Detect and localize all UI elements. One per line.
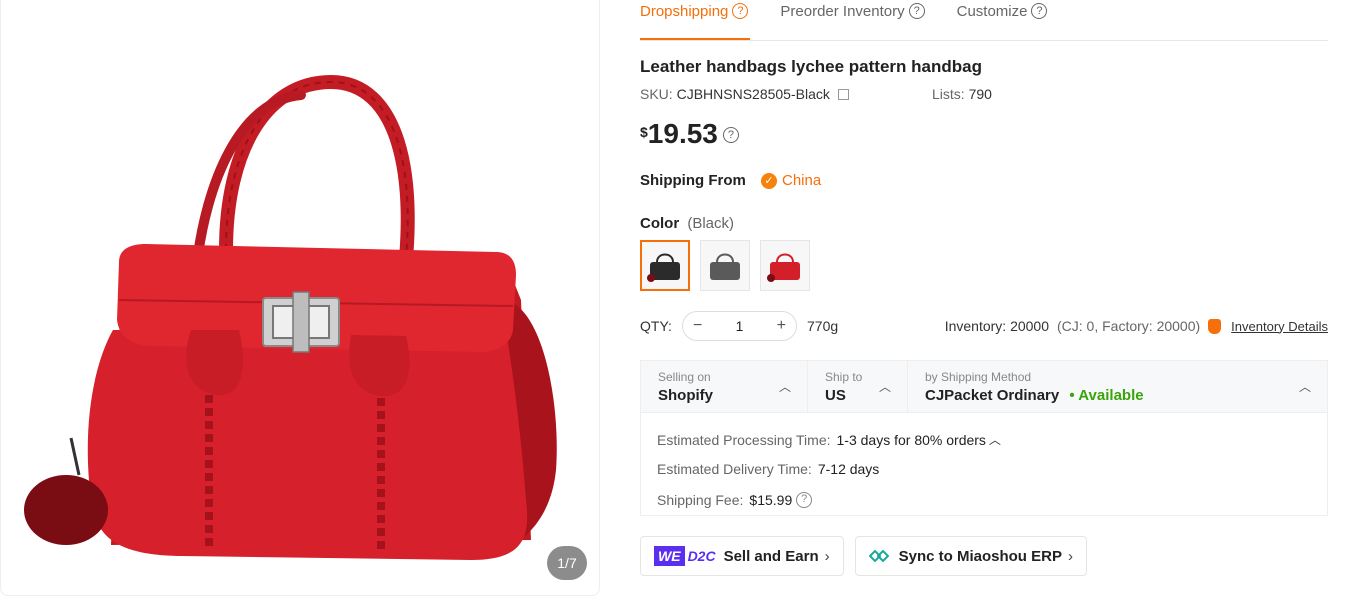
inventory-shield-icon [1208, 318, 1222, 334]
chevron-up-icon[interactable]: ︿ [989, 431, 1001, 448]
lists-info: Lists: 790 [932, 86, 992, 102]
increment-button[interactable]: + [777, 317, 786, 335]
processing-time-label: Estimated Processing Time: [657, 431, 831, 448]
tab-customize[interactable]: Customize ? [957, 0, 1048, 22]
decrement-button[interactable]: − [693, 317, 702, 335]
sku-row: SKU: CJBHNSNS28505-Black Lists: 790 [640, 86, 1040, 102]
purchase-tabs: Dropshipping ? Preorder Inventory ? Cust… [640, 0, 1328, 41]
color-selected: (Black) [687, 215, 735, 232]
tab-dropshipping-label: Dropshipping [640, 2, 729, 20]
help-icon[interactable]: ? [796, 491, 813, 508]
quantity-row: QTY: − 1 + 770g Inventory: 20000 (CJ: 0,… [640, 311, 1328, 341]
sell-and-earn-label: Sell and Earn [723, 547, 819, 565]
quantity-input[interactable]: 1 [736, 318, 744, 334]
tab-preorder-inventory-label: Preorder Inventory [780, 2, 905, 20]
quantity-stepper: − 1 + [682, 311, 797, 341]
product-gallery: 1/7 [0, 0, 600, 596]
help-icon[interactable]: ? [908, 3, 925, 19]
product-info-panel: Dropshipping ? Preorder Inventory ? Cust… [640, 0, 1328, 576]
shipping-fee-row: Shipping Fee: $15.99 ? [657, 485, 1327, 514]
tab-preorder-inventory[interactable]: Preorder Inventory ? [780, 0, 925, 22]
product-title: Leather handbags lychee pattern handbag [640, 57, 982, 76]
shipping-method-row: CJPacket Ordinary • Available [925, 387, 1327, 404]
sync-to-miaoshou-button[interactable]: Sync to Miaoshou ERP › [854, 536, 1087, 576]
price: $ 19.53 ? [640, 118, 739, 150]
color-swatch-black[interactable] [640, 240, 690, 291]
lists-value: 790 [968, 86, 992, 102]
inventory-breakdown: (CJ: 0, Factory: 20000) [1057, 318, 1201, 334]
shipping-from-country[interactable]: China [782, 172, 821, 189]
tab-dropshipping[interactable]: Dropshipping ? [640, 0, 749, 22]
chevron-up-icon: ︿ [878, 380, 891, 394]
lists-label: Lists: [932, 86, 965, 102]
shipping-method-value: CJPacket Ordinary [925, 387, 1060, 404]
selling-on-select[interactable]: Selling on Shopify ︿ [641, 361, 808, 412]
ship-to-label: Ship to [825, 370, 863, 384]
qty-label: QTY: [640, 318, 672, 334]
swatch-gray-image [710, 253, 740, 280]
product-image[interactable] [1, 0, 600, 596]
sku-label: SKU: [640, 86, 673, 102]
shipping-from-label: Shipping From [640, 172, 746, 189]
weight-value: 770g [807, 318, 839, 334]
shipping-method-select[interactable]: by Shipping Method CJPacket Ordinary • A… [908, 361, 1327, 412]
help-icon[interactable]: ? [732, 3, 749, 19]
color-swatch-gray[interactable] [700, 240, 750, 291]
help-icon[interactable]: ? [1031, 3, 1048, 19]
shipping-box: Selling on Shopify ︿ Ship to US ︿ by Shi… [640, 360, 1328, 516]
chevron-right-icon: › [1067, 547, 1073, 565]
color-selector: Color (Black) [640, 215, 734, 232]
sell-and-earn-button[interactable]: WE D2C Sell and Earn › [640, 536, 844, 576]
ship-to-select[interactable]: Ship to US ︿ [808, 361, 908, 412]
sync-to-miaoshou-label: Sync to Miaoshou ERP [898, 547, 1062, 565]
color-swatch-red[interactable] [760, 240, 810, 291]
copy-icon[interactable] [837, 89, 849, 100]
inventory-info: Inventory: 20000 (CJ: 0, Factory: 20000)… [945, 318, 1328, 334]
shipping-from: Shipping From ✓ China [640, 172, 821, 189]
we-logo-text: WE [654, 546, 685, 566]
action-buttons: WE D2C Sell and Earn › Sync to Miaoshou … [640, 536, 1087, 576]
tab-customize-label: Customize [956, 2, 1028, 20]
delivery-time-row: Estimated Delivery Time: 7-12 days [657, 454, 1327, 483]
chevron-up-icon: ︿ [1298, 380, 1311, 394]
color-label: Color [640, 215, 680, 232]
shipping-method-label: by Shipping Method [925, 370, 1032, 384]
processing-time-value: 1-3 days for 80% orders [836, 431, 986, 448]
swatch-black-image [647, 253, 680, 282]
availability-status: • Available [1069, 387, 1144, 404]
color-swatches [640, 240, 810, 291]
chevron-up-icon: ︿ [778, 380, 791, 394]
inventory-total: Inventory: 20000 [944, 318, 1049, 334]
shipping-estimates: Estimated Processing Time: 1-3 days for … [641, 413, 1327, 514]
d2c-logo-text: D2C [687, 548, 716, 564]
we-d2c-logo: WE D2C [654, 545, 716, 567]
processing-time-row: Estimated Processing Time: 1-3 days for … [657, 425, 1327, 454]
swatch-red-image [767, 253, 800, 282]
check-icon: ✓ [761, 172, 777, 189]
shipping-fee-value: $15.99 [749, 491, 793, 508]
shipping-fee-label: Shipping Fee: [657, 491, 744, 508]
sku-value: CJBHNSNS28505-Black [676, 86, 830, 102]
image-pager[interactable]: 1/7 [547, 546, 587, 580]
delivery-time-label: Estimated Delivery Time: [657, 460, 812, 477]
miaoshou-icon [868, 549, 889, 563]
active-tab-indicator [640, 38, 750, 40]
price-value: 19.53 [647, 118, 718, 149]
delivery-time-value: 7-12 days [817, 460, 880, 477]
inventory-details-link[interactable]: Inventory Details [1231, 319, 1328, 334]
price-currency: $ [640, 124, 648, 140]
chevron-right-icon: › [824, 547, 830, 565]
shipping-options-header: Selling on Shopify ︿ Ship to US ︿ by Shi… [641, 361, 1327, 413]
ship-to-value: US [825, 387, 846, 404]
price-help-icon[interactable]: ? [722, 127, 739, 143]
